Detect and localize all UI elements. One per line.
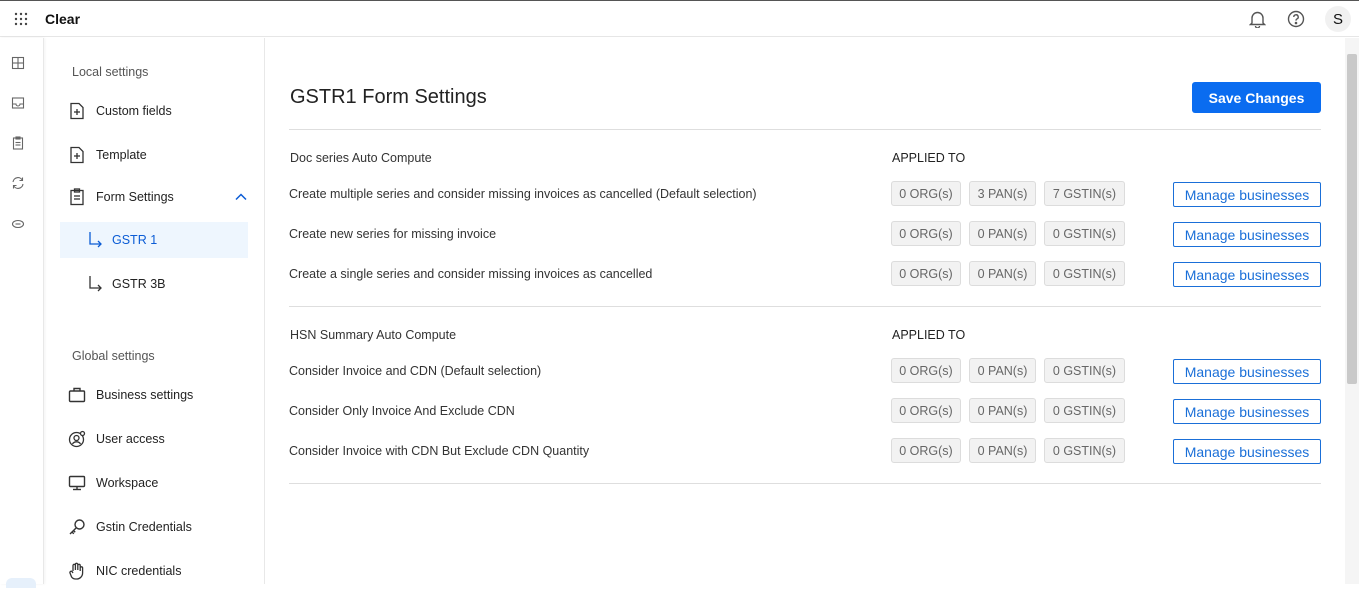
manage-businesses-button[interactable]: Manage businesses: [1173, 399, 1321, 424]
pan-count-badge: 0 PAN(s): [969, 398, 1036, 423]
file-plus-icon: [68, 102, 86, 120]
bell-icon[interactable]: [1247, 7, 1267, 31]
nav-label: NIC credentials: [96, 564, 182, 578]
nav-label: User access: [96, 432, 165, 446]
gstin-count-badge: 0 GSTIN(s): [1044, 438, 1125, 463]
top-bar: Clear S: [0, 0, 1359, 37]
icon-rail: [0, 38, 44, 588]
sub-arrow-icon: [86, 231, 104, 249]
nav-form-settings[interactable]: Form Settings: [60, 179, 248, 215]
gstin-count-badge: 0 GSTIN(s): [1044, 261, 1125, 286]
manage-businesses-button[interactable]: Manage businesses: [1173, 262, 1321, 287]
settings-sidebar: Local settings Custom fields Template Fo…: [44, 38, 265, 584]
gstin-count-badge: 0 GSTIN(s): [1044, 221, 1125, 246]
local-settings-label: Local settings: [72, 65, 149, 79]
rail-bottom-tab[interactable]: [6, 578, 36, 588]
nav-label: Form Settings: [96, 190, 174, 204]
org-count-badge: 0 ORG(s): [891, 261, 961, 286]
save-changes-button[interactable]: Save Changes: [1192, 82, 1321, 113]
gstin-count-badge: 7 GSTIN(s): [1044, 181, 1125, 206]
nav-gstr3b[interactable]: GSTR 3B: [60, 266, 248, 302]
org-count-badge: 0 ORG(s): [891, 181, 961, 206]
inbox-icon[interactable]: [11, 96, 25, 110]
nav-gstr1[interactable]: GSTR 1: [60, 222, 248, 258]
app-title: Clear: [45, 11, 81, 27]
pan-count-badge: 3 PAN(s): [969, 181, 1036, 206]
nav-gstin-credentials[interactable]: Gstin Credentials: [60, 509, 248, 545]
nav-business-settings[interactable]: Business settings: [60, 377, 248, 413]
nav-label: Business settings: [96, 388, 194, 402]
applied-to-label: APPLIED TO: [892, 328, 966, 342]
org-count-badge: 0 ORG(s): [891, 438, 961, 463]
manage-businesses-button[interactable]: Manage businesses: [1173, 222, 1321, 247]
applied-to-label: APPLIED TO: [892, 151, 966, 165]
file-plus-icon: [68, 146, 86, 164]
option-label: Create multiple series and consider miss…: [289, 187, 757, 201]
nav-user-access[interactable]: User access: [60, 421, 248, 457]
pan-count-badge: 0 PAN(s): [969, 261, 1036, 286]
sync-icon[interactable]: [11, 176, 25, 190]
chevron-up-icon[interactable]: [234, 190, 248, 204]
divider: [289, 306, 1321, 307]
nav-label: Custom fields: [96, 104, 172, 118]
divider: [289, 129, 1321, 130]
org-count-badge: 0 ORG(s): [891, 221, 961, 246]
option-label: Consider Only Invoice And Exclude CDN: [289, 404, 515, 418]
nav-label: Gstin Credentials: [96, 520, 192, 534]
nav-label: Template: [96, 148, 147, 162]
monitor-icon: [68, 474, 86, 492]
hand-icon: [68, 562, 86, 580]
org-count-badge: 0 ORG(s): [891, 358, 961, 383]
sub-arrow-icon: [86, 275, 104, 293]
dashboard-icon[interactable]: [11, 56, 25, 70]
manage-businesses-button[interactable]: Manage businesses: [1173, 439, 1321, 464]
group-title-doc-series: Doc series Auto Compute: [290, 151, 432, 165]
cloud-link-icon[interactable]: [11, 216, 25, 230]
user-gear-icon: [68, 430, 86, 448]
gstin-count-badge: 0 GSTIN(s): [1044, 358, 1125, 383]
manage-businesses-button[interactable]: Manage businesses: [1173, 182, 1321, 207]
app-grid-icon[interactable]: [14, 12, 28, 26]
nav-label: GSTR 3B: [112, 277, 166, 291]
scrollbar-thumb[interactable]: [1347, 54, 1357, 384]
briefcase-icon: [68, 386, 86, 404]
avatar[interactable]: S: [1325, 6, 1351, 32]
nav-template[interactable]: Template: [60, 137, 248, 173]
vertical-scrollbar[interactable]: [1345, 38, 1359, 584]
option-label: Create new series for missing invoice: [289, 227, 497, 241]
help-icon[interactable]: [1286, 7, 1306, 31]
nav-label: GSTR 1: [112, 233, 158, 247]
org-count-badge: 0 ORG(s): [891, 398, 961, 423]
pan-count-badge: 0 PAN(s): [969, 358, 1036, 383]
nav-workspace[interactable]: Workspace: [60, 465, 248, 501]
key-icon: [68, 518, 86, 536]
group-title-hsn-summary: HSN Summary Auto Compute: [290, 328, 457, 342]
global-settings-label: Global settings: [72, 349, 155, 363]
clipboard-icon[interactable]: [11, 136, 25, 150]
page-title: GSTR1 Form Settings: [290, 86, 487, 108]
option-label: Create a single series and consider miss…: [289, 267, 653, 281]
option-label: Consider Invoice and CDN (Default select…: [289, 364, 542, 378]
clipboard-icon: [68, 188, 86, 206]
manage-businesses-button[interactable]: Manage businesses: [1173, 359, 1321, 384]
option-label: Consider Invoice with CDN But Exclude CD…: [289, 444, 590, 458]
main-content: GSTR1 Form Settings Save Changes Doc ser…: [265, 38, 1345, 584]
divider: [289, 483, 1321, 484]
gstin-count-badge: 0 GSTIN(s): [1044, 398, 1125, 423]
pan-count-badge: 0 PAN(s): [969, 221, 1036, 246]
nav-label: Workspace: [96, 476, 159, 490]
pan-count-badge: 0 PAN(s): [969, 438, 1036, 463]
nav-custom-fields[interactable]: Custom fields: [60, 93, 248, 129]
